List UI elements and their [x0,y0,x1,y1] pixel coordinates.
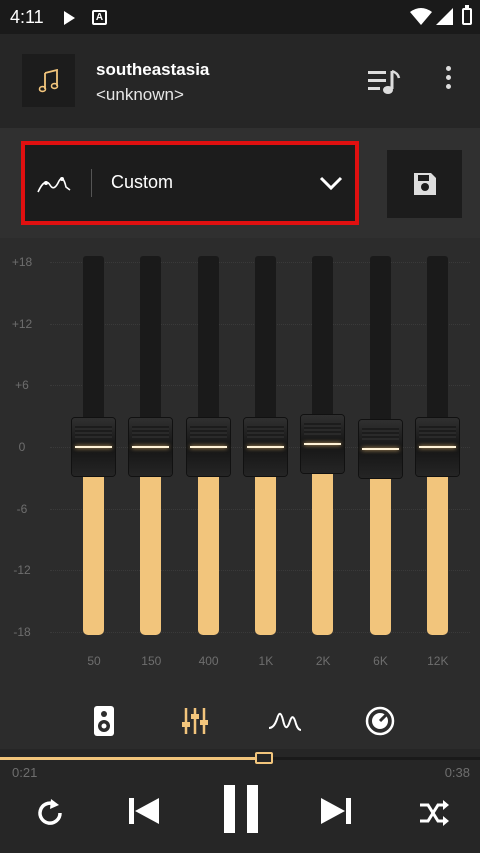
cellular-signal-icon [436,8,453,25]
eq-band-6k[interactable]: 6K [356,238,406,693]
preset-divider [91,169,92,197]
skip-previous-icon [129,798,159,824]
music-note-icon [38,68,58,92]
slider-fill [254,477,276,635]
eq-band-2k[interactable]: 2K [298,238,348,693]
repeat-icon [38,799,62,825]
slider-knob[interactable] [72,418,115,476]
knob-indicator [132,446,170,448]
knob-indicator [75,446,112,448]
tab-equalizer[interactable] [177,703,213,739]
slider-knob[interactable] [186,418,230,476]
save-preset-button[interactable] [387,150,462,218]
slider-knob[interactable] [358,420,402,479]
eq-band-150[interactable]: 150 [126,238,176,693]
pause-icon [224,785,258,833]
media-play-notification-icon [64,11,75,25]
knob-indicator [304,442,342,445]
chevron-down-icon [319,176,343,191]
current-time: 0:21 [12,765,38,780]
freq-label: 2K [315,654,331,668]
db-label: 0 [18,440,26,454]
previous-button[interactable] [124,791,164,831]
slider-knob[interactable] [301,414,345,473]
slider-knob[interactable] [129,418,173,476]
transport-controls [0,779,480,853]
volume-knob-icon [365,706,395,736]
knob-indicator [361,448,399,451]
db-label: -12 [13,563,31,578]
freq-label: 6K [373,654,388,668]
eq-band-50[interactable]: 50 [69,238,119,693]
preset-name: Custom [111,172,174,192]
preset-row: Custom [0,128,480,238]
status-time: 4:11 [10,7,44,27]
now-playing-header: southeastasia <unknown> [0,34,480,128]
pause-button[interactable] [216,781,266,837]
more-options-icon[interactable] [438,66,458,96]
knob-indicator [418,446,456,448]
freq-label: 150 [141,654,162,668]
eq-curve-icon [37,177,71,193]
tab-volume[interactable] [362,703,398,739]
knob-indicator [189,446,227,448]
freq-label: 1K [258,654,274,668]
slider-fill [312,473,334,635]
db-label: +6 [15,378,29,393]
db-label: +12 [11,316,33,331]
slider-fill [369,479,391,635]
slider-fill [83,477,104,635]
slider-fill [140,477,162,635]
equalizer-panel: +18 +12 +6 0 -6 -12 -18 50 150 400 1K 2K 6K 12K [0,238,480,693]
album-art[interactable] [22,54,75,107]
freq-label: 50 [87,654,101,668]
song-artist: <unknown> [96,85,184,104]
db-label: -18 [13,625,31,639]
next-button[interactable] [316,791,356,831]
seek-bar[interactable]: 0:21 0:38 [0,749,480,780]
freq-label: 400 [198,654,219,668]
song-title: southeastasia [96,60,210,79]
playlist-icon[interactable] [366,67,402,97]
seek-fill [0,757,264,760]
shuffle-icon [420,800,449,826]
tab-curve[interactable] [267,703,303,739]
eq-band-12k[interactable]: 12K [413,238,463,693]
status-bar: 4:11 A [0,0,480,34]
eq-band-400[interactable]: 400 [184,238,234,693]
slider-fill [426,477,448,635]
eq-band-1k[interactable]: 1K [241,238,291,693]
shuffle-button[interactable] [414,793,454,833]
tab-bar [0,693,480,749]
save-icon [413,173,436,195]
battery-icon [462,5,472,25]
freq-label: 12K [427,654,449,668]
wifi-icon [410,8,432,25]
slider-fill [197,477,219,635]
notification-a-icon: A [92,10,107,25]
preset-dropdown[interactable]: Custom [21,141,359,225]
total-time: 0:38 [444,765,470,780]
skip-next-icon [321,798,351,824]
equalizer-icon [182,708,208,734]
slider-knob[interactable] [243,418,287,476]
speaker-icon [94,706,114,736]
repeat-button[interactable] [30,793,70,833]
slider-knob[interactable] [415,418,459,476]
tab-speaker[interactable] [86,703,122,739]
knob-indicator [246,446,284,448]
seek-thumb[interactable] [255,752,273,764]
db-label: +18 [11,255,33,269]
waveform-icon [268,712,302,731]
db-label: -6 [16,501,28,516]
